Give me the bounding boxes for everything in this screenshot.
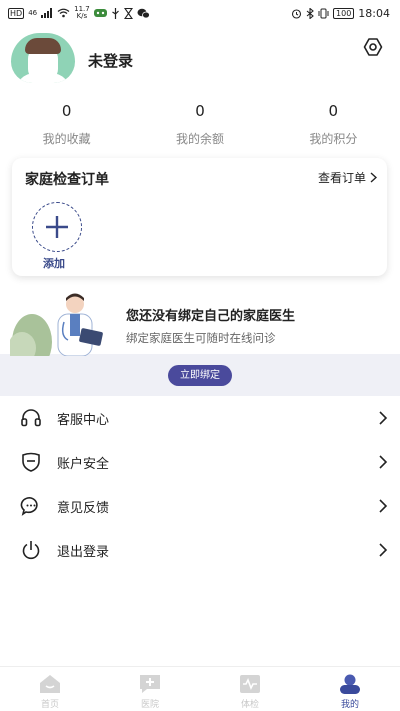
power-icon	[22, 541, 40, 560]
hd-indicator: HD	[8, 7, 25, 19]
menu-item-feedback[interactable]: 意见反馈	[0, 484, 400, 528]
nav-tab-hospital[interactable]: 医院	[100, 667, 200, 711]
bind-doctor-button[interactable]: 立即绑定	[168, 365, 232, 386]
stat-label: 我的积分	[309, 132, 358, 146]
bottom-navigation: 首页 医院 体检 我的	[0, 666, 400, 711]
menu-item-account-security[interactable]: 账户安全	[0, 440, 400, 484]
menu-label: 客服中心	[57, 412, 110, 428]
nav-label: 我的	[340, 700, 359, 710]
battery-level: 100	[333, 7, 355, 19]
stat-value: 0	[61, 102, 72, 120]
chevron-right-icon	[370, 172, 377, 183]
stats-row: 0 我的收藏 0 我的余额 0 我的积分	[0, 100, 400, 147]
wechat-icon	[137, 8, 150, 18]
profile-icon	[340, 674, 360, 694]
nav-label: 体检	[240, 700, 259, 710]
add-order-button[interactable]	[32, 202, 82, 252]
checkup-icon	[240, 675, 260, 693]
status-left: HD 46 11.7 K/s	[8, 6, 150, 20]
hourglass-icon	[123, 7, 133, 19]
stat-label: 我的收藏	[42, 132, 91, 146]
home-checkup-orders-card: 家庭检查订单 查看订单 添加	[12, 158, 387, 276]
stat-value: 0	[328, 102, 339, 120]
orders-title: 家庭检查订单	[25, 172, 109, 188]
usb-icon	[111, 7, 119, 19]
headset-icon	[21, 409, 41, 427]
doctor-title: 您还没有绑定自己的家庭医生	[126, 309, 296, 324]
menu-list: 客服中心 账户安全 意见反馈 退出登录	[0, 396, 400, 572]
plus-icon	[46, 216, 68, 238]
nav-tab-home[interactable]: 首页	[0, 667, 100, 711]
menu-label: 退出登录	[57, 544, 110, 560]
login-status-label[interactable]: 未登录	[88, 50, 133, 71]
nav-label: 医院	[140, 700, 159, 710]
status-right: 100 18:04	[291, 7, 390, 20]
doctor-subtitle: 绑定家庭医生可随时在线问诊	[126, 331, 276, 345]
status-bar: HD 46 11.7 K/s 100 18:04	[0, 0, 400, 26]
nav-label: 首页	[40, 700, 59, 710]
avatar[interactable]	[11, 33, 75, 83]
settings-icon[interactable]	[363, 37, 383, 57]
bluetooth-icon	[306, 7, 314, 19]
shield-icon	[22, 452, 40, 472]
menu-item-logout[interactable]: 退出登录	[0, 528, 400, 572]
menu-label: 账户安全	[57, 456, 110, 472]
home-icon	[40, 675, 60, 693]
chat-bubble-icon	[20, 497, 38, 516]
stat-value: 0	[195, 102, 205, 120]
hospital-icon	[140, 675, 160, 693]
chevron-right-icon	[379, 411, 388, 425]
game-icon	[93, 9, 107, 17]
chevron-right-icon	[379, 499, 388, 513]
chevron-right-icon	[379, 455, 388, 469]
avatar-hair	[25, 38, 61, 54]
net-speed-unit: K/s	[76, 12, 88, 20]
view-orders-label: 查看订单	[317, 171, 366, 185]
stat-label: 我的余额	[175, 132, 224, 146]
nav-tab-mine[interactable]: 我的	[300, 667, 400, 711]
net-speed: 11.7 K/s	[74, 6, 90, 20]
network-type: 46	[28, 8, 38, 17]
chevron-right-icon	[379, 543, 388, 557]
signal-icon	[41, 8, 53, 18]
add-order-label: 添加	[43, 257, 65, 270]
clock-time: 18:04	[358, 6, 390, 20]
menu-label: 意见反馈	[57, 500, 110, 516]
vibrate-icon	[318, 8, 329, 18]
wifi-icon	[57, 8, 70, 18]
doctor-illustration	[10, 293, 103, 356]
stat-points[interactable]: 0 我的积分	[267, 100, 400, 147]
stat-balance[interactable]: 0 我的余额	[133, 100, 266, 147]
stat-favorites[interactable]: 0 我的收藏	[0, 100, 133, 147]
menu-item-customer-service[interactable]: 客服中心	[0, 396, 400, 440]
alarm-icon	[291, 8, 302, 19]
view-orders-link[interactable]: 查看订单	[318, 169, 377, 186]
nav-tab-checkup[interactable]: 体检	[200, 667, 300, 711]
